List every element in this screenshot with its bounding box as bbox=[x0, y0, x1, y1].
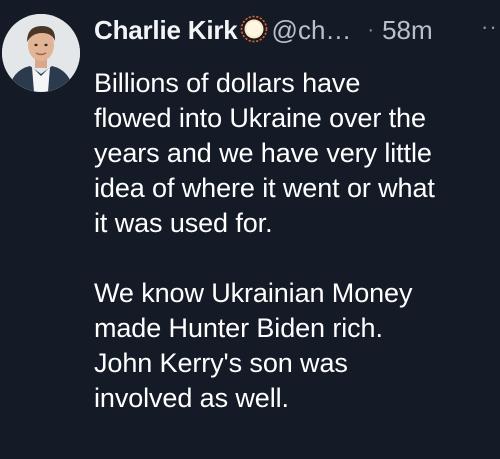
tweet-line: We know Ukrainian Money bbox=[94, 278, 413, 308]
more-options-icon[interactable]: ··· bbox=[481, 14, 500, 40]
profile-photo-icon bbox=[2, 14, 80, 92]
sun-emoji-icon bbox=[240, 14, 268, 43]
tweet-line: idea of where it went or what bbox=[94, 173, 435, 203]
tweet-body: Billions of dollars have flowed into Ukr… bbox=[94, 66, 500, 416]
author-handle[interactable]: @ch… bbox=[272, 10, 352, 50]
tweet-paragraph-1: Billions of dollars have flowed into Ukr… bbox=[94, 66, 500, 241]
tweet-header: Charlie Kirk @ch… · 58m bbox=[94, 10, 500, 50]
tweet-line: years and we have very little bbox=[94, 138, 432, 168]
tweet-line: involved as well. bbox=[94, 383, 289, 413]
header-separator: · bbox=[367, 19, 375, 41]
tweet-line: it was used for. bbox=[94, 208, 273, 238]
tweet-line: Billions of dollars have bbox=[94, 68, 361, 98]
tweet-line: made Hunter Biden rich. bbox=[94, 313, 383, 343]
tweet-line: flowed into Ukraine over the bbox=[94, 103, 426, 133]
tweet-paragraph-2: We know Ukrainian Money made Hunter Bide… bbox=[94, 276, 500, 416]
tweet-line: John Kerry's son was bbox=[94, 348, 348, 378]
author-display-name[interactable]: Charlie Kirk bbox=[94, 10, 238, 50]
tweet-timestamp[interactable]: 58m bbox=[382, 10, 433, 50]
author-avatar[interactable] bbox=[2, 14, 80, 92]
tweet-card[interactable]: Charlie Kirk @ch… · 58m ··· Billions of … bbox=[0, 0, 500, 459]
